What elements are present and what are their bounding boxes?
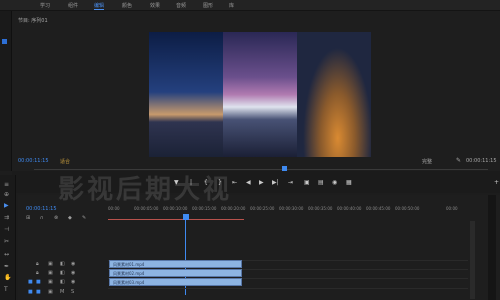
- eye-icon[interactable]: ◉: [71, 261, 75, 267]
- lock-icon[interactable]: ■: [36, 279, 41, 285]
- step-forward-icon[interactable]: ▶|: [272, 179, 279, 186]
- preview-city-lights-image: [297, 32, 371, 157]
- nest-icon[interactable]: ⊞: [26, 215, 30, 221]
- playback-resolution-select[interactable]: 完整: [422, 158, 432, 165]
- audio-meter-panel: [488, 195, 496, 300]
- hand-icon[interactable]: ✋: [4, 274, 11, 281]
- clip-label: 风景素材03.mp4: [113, 280, 145, 285]
- preview-snow-mountain-image: [223, 32, 297, 157]
- duration-timecode: 00:00:11:15: [466, 158, 497, 164]
- tab-effects[interactable]: 效果: [150, 2, 160, 9]
- track-header-v3: ■ ■ ▣ ◧ ◉: [28, 279, 105, 287]
- tab-learn[interactable]: 学习: [40, 2, 50, 9]
- ruler-tick: 00:00:40:00: [337, 206, 362, 211]
- eye-icon[interactable]: ◉: [71, 270, 75, 276]
- ruler-tick: 00:00:35:00: [308, 206, 333, 211]
- text-icon[interactable]: T: [4, 286, 8, 293]
- track-header-v2: 🔒︎ ▣ ◧ ◉: [28, 270, 105, 278]
- sync-icon[interactable]: ▣: [48, 270, 53, 276]
- track-target-icon[interactable]: ◧: [60, 270, 65, 276]
- camera-icon[interactable]: ◉: [332, 179, 337, 186]
- razor-icon[interactable]: ✂: [4, 238, 9, 245]
- track-divider: [108, 288, 468, 289]
- ruler-tick: 00:00:10:00: [163, 206, 188, 211]
- tools-panel: ≡ ⊕ ▶ ⇉ ⊣ ✂ ↔ ✒ ✋ T: [0, 175, 16, 300]
- pen-icon[interactable]: ✒: [4, 263, 9, 270]
- lock-icon[interactable]: ■: [36, 289, 41, 295]
- link-icon[interactable]: ⊗: [54, 215, 58, 221]
- source-patch-icon[interactable]: ■: [28, 279, 33, 285]
- ruler-tick: 00:00:15:00: [192, 206, 217, 211]
- time-ruler[interactable]: 00:00 00:00:05:00 00:00:10:00 00:00:15:0…: [108, 205, 458, 217]
- tab-graphics[interactable]: 图形: [203, 2, 213, 9]
- preview-night-sky-image: [149, 32, 223, 157]
- panel-marker[interactable]: [2, 39, 7, 44]
- go-to-out-icon[interactable]: ⇥: [288, 179, 293, 186]
- overwrite-icon[interactable]: ▤: [318, 179, 324, 186]
- source-patch-icon[interactable]: ■: [28, 289, 33, 295]
- clip-label: 风景素材01.mp4: [113, 262, 145, 267]
- snap-icon[interactable]: ∩: [40, 215, 44, 221]
- timeline-playhead[interactable]: [183, 214, 189, 220]
- timeline-scrollbar[interactable]: [470, 221, 475, 299]
- step-back-icon[interactable]: ⇤: [232, 179, 237, 186]
- slip-icon[interactable]: ↔: [4, 251, 9, 258]
- lock-icon[interactable]: 🔒︎: [36, 270, 39, 276]
- video-preview: [149, 32, 371, 157]
- wrench-icon[interactable]: ✎: [456, 157, 461, 164]
- selection-tool-icon[interactable]: ▶: [4, 202, 9, 209]
- sync-icon[interactable]: ▣: [48, 289, 53, 295]
- marker-icon[interactable]: ◆: [68, 215, 72, 221]
- track-header-v1: 🔒︎ ▣ ◧ ◉: [28, 261, 105, 269]
- zoom-fit-select[interactable]: 适合: [60, 158, 70, 165]
- tab-libraries[interactable]: 库: [229, 2, 234, 9]
- watermark-text: 影视后期大视: [58, 175, 233, 205]
- ruler-tick: 00:00:45:00: [366, 206, 391, 211]
- menu-icon[interactable]: ≡: [4, 181, 9, 188]
- eye-icon[interactable]: ◉: [71, 279, 75, 285]
- ruler-tick: 00:00:30:00: [279, 206, 304, 211]
- video-clip[interactable]: 风景素材03.mp4: [109, 278, 242, 286]
- ruler-tick: 00:00: [446, 206, 458, 211]
- ruler-tick: 00:00:20:00: [221, 206, 246, 211]
- workspace-bar: 学习 组件 编辑 颜色 效果 音频 图形 库: [0, 0, 500, 11]
- mute-icon[interactable]: M: [60, 289, 64, 295]
- tab-audio[interactable]: 音频: [176, 2, 186, 9]
- ruler-tick: 00:00: [108, 206, 120, 211]
- track-target-icon[interactable]: ◧: [60, 261, 65, 267]
- clip-label: 风景素材02.mp4: [113, 271, 145, 276]
- settings-icon[interactable]: ✎: [82, 215, 86, 221]
- move-icon[interactable]: ⊕: [4, 191, 9, 198]
- track-target-icon[interactable]: ◧: [60, 279, 65, 285]
- tab-color[interactable]: 颜色: [122, 2, 132, 9]
- tab-assembly[interactable]: 组件: [68, 2, 78, 9]
- add-button-icon[interactable]: +: [494, 179, 499, 186]
- video-clip[interactable]: 风景素材02.mp4: [109, 269, 242, 277]
- playhead-timecode[interactable]: 00:00:11:15: [18, 158, 49, 164]
- ruler-tick: 00:00:25:00: [250, 206, 275, 211]
- ruler-tick: 00:00:50:00: [395, 206, 420, 211]
- program-monitor: 节目: 序列01 00:00:11:15 适合 完整 ✎ 00:00:11:15: [12, 11, 500, 172]
- lock-icon[interactable]: 🔒︎: [36, 261, 39, 267]
- sync-icon[interactable]: ▣: [48, 279, 53, 285]
- step-back-frame-icon[interactable]: ◀: [246, 179, 251, 186]
- work-area-bar[interactable]: [108, 219, 244, 220]
- video-clip[interactable]: 风景素材01.mp4: [109, 260, 242, 268]
- ruler-tick: 00:00:05:00: [134, 206, 159, 211]
- track-header-a1: ■ ■ ▣ M S: [28, 289, 105, 297]
- insert-icon[interactable]: ▣: [304, 179, 310, 186]
- tab-edit[interactable]: 编辑: [94, 2, 105, 10]
- timeline-panel: 00:00:11:15 ⊞ ∩ ⊗ ◆ ✎ 00:00 00:00:05:00 …: [18, 195, 500, 300]
- compare-icon[interactable]: ▦: [346, 179, 352, 186]
- track-select-icon[interactable]: ⇉: [4, 214, 9, 221]
- play-icon[interactable]: ▶: [259, 179, 264, 186]
- sync-icon[interactable]: ▣: [48, 261, 53, 267]
- program-monitor-title[interactable]: 节目: 序列01: [18, 17, 48, 24]
- solo-icon[interactable]: S: [71, 289, 74, 295]
- timeline-timecode[interactable]: 00:00:11:15: [26, 206, 57, 212]
- left-panel-strip: [0, 11, 12, 171]
- ripple-edit-icon[interactable]: ⊣: [4, 226, 9, 233]
